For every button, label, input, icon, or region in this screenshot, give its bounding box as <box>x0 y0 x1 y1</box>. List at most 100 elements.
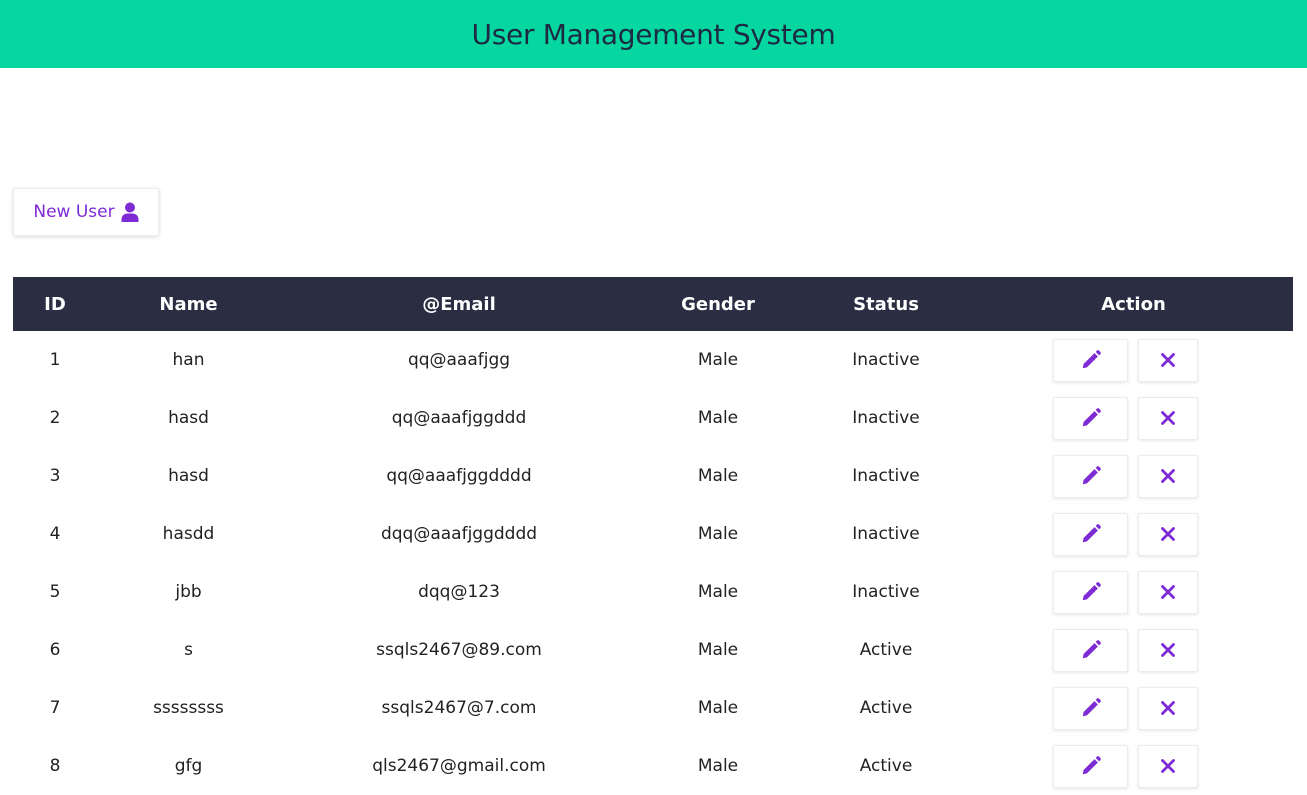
delete-user-button[interactable] <box>1138 628 1198 672</box>
pencil-icon <box>1080 755 1102 777</box>
edit-user-button[interactable] <box>1053 338 1128 382</box>
column-header-name: Name <box>159 293 218 315</box>
delete-user-button[interactable] <box>1138 512 1198 556</box>
cell-actions <box>974 679 1293 737</box>
edit-user-button[interactable] <box>1053 454 1128 498</box>
cell-id: 5 <box>49 582 61 602</box>
cell-name: hasd <box>168 466 209 486</box>
cell-status: Active <box>859 756 913 776</box>
cell-email: ssqls2467@89.com <box>376 640 542 660</box>
row-actions <box>974 396 1293 440</box>
pencil-icon <box>1080 581 1102 603</box>
cell-status: Inactive <box>852 524 920 544</box>
new-user-button[interactable]: New User <box>13 188 159 236</box>
cell-actions <box>974 737 1293 795</box>
delete-user-button[interactable] <box>1138 454 1198 498</box>
delete-user-button[interactable] <box>1138 396 1198 440</box>
cell-id: 3 <box>49 466 61 486</box>
cell-actions <box>974 447 1293 505</box>
table-header: ID Name @Email Gender Status Action <box>13 277 1293 331</box>
delete-user-button[interactable] <box>1138 744 1198 788</box>
cell-gender: Male <box>697 698 739 718</box>
cell-status: Inactive <box>852 466 920 486</box>
cell-gender: Male <box>697 524 739 544</box>
close-icon <box>1160 584 1176 600</box>
close-icon <box>1160 352 1176 368</box>
close-icon <box>1160 700 1176 716</box>
pencil-icon <box>1080 639 1102 661</box>
cell-gender: Male <box>697 350 739 370</box>
page-title: User Management System <box>471 17 836 51</box>
user-icon <box>121 202 139 222</box>
cell-email: qls2467@gmail.com <box>372 756 546 776</box>
cell-id: 6 <box>49 640 61 660</box>
app-header: User Management System <box>0 0 1307 68</box>
delete-user-button[interactable] <box>1138 686 1198 730</box>
close-icon <box>1160 468 1176 484</box>
cell-actions <box>974 389 1293 447</box>
cell-gender: Male <box>697 408 739 428</box>
cell-gender: Male <box>697 582 739 602</box>
cell-gender: Male <box>697 466 739 486</box>
edit-user-button[interactable] <box>1053 396 1128 440</box>
cell-gender: Male <box>697 640 739 660</box>
table-row: 1 han qq@aaafjgg Male Inactive <box>13 331 1293 389</box>
row-actions <box>974 338 1293 382</box>
table-row: 5 jbb dqq@123 Male Inactive <box>13 563 1293 621</box>
cell-name: hasd <box>168 408 209 428</box>
row-actions <box>974 686 1293 730</box>
edit-user-button[interactable] <box>1053 628 1128 672</box>
delete-user-button[interactable] <box>1138 338 1198 382</box>
row-actions <box>974 744 1293 788</box>
table-row: 4 hasdd dqq@aaafjggdddd Male Inactive <box>13 505 1293 563</box>
cell-actions <box>974 621 1293 679</box>
cell-actions <box>974 505 1293 563</box>
cell-id: 8 <box>49 756 61 776</box>
close-icon <box>1160 758 1176 774</box>
column-header-gender: Gender <box>681 293 755 315</box>
table-body: 1 han qq@aaafjgg Male Inactive 2 hasd qq@aaafjg… <box>13 331 1293 795</box>
pencil-icon <box>1080 523 1102 545</box>
edit-user-button[interactable] <box>1053 686 1128 730</box>
cell-actions <box>974 331 1293 389</box>
edit-user-button[interactable] <box>1053 512 1128 556</box>
table-row: 8 gfg qls2467@gmail.com Male Active <box>13 737 1293 795</box>
users-table: ID Name @Email Gender Status Action 1 han… <box>13 277 1293 795</box>
row-actions <box>974 454 1293 498</box>
row-actions <box>974 570 1293 614</box>
cell-id: 1 <box>49 350 61 370</box>
cell-actions <box>974 563 1293 621</box>
new-user-label: New User <box>33 202 115 222</box>
cell-status: Active <box>859 640 913 660</box>
pencil-icon <box>1080 349 1102 371</box>
close-icon <box>1160 526 1176 542</box>
pencil-icon <box>1080 407 1102 429</box>
cell-id: 7 <box>49 698 61 718</box>
column-header-email: @Email <box>422 293 496 315</box>
edit-user-button[interactable] <box>1053 744 1128 788</box>
table-row: 7 ssssssss ssqls2467@7.com Male Active <box>13 679 1293 737</box>
cell-email: dqq@123 <box>418 582 500 602</box>
close-icon <box>1160 410 1176 426</box>
table-row: 6 s ssqls2467@89.com Male Active <box>13 621 1293 679</box>
pencil-icon <box>1080 697 1102 719</box>
cell-status: Inactive <box>852 350 920 370</box>
cell-email: qq@aaafjggddd <box>391 408 527 428</box>
delete-user-button[interactable] <box>1138 570 1198 614</box>
row-actions <box>974 512 1293 556</box>
edit-user-button[interactable] <box>1053 570 1128 614</box>
column-header-status: Status <box>853 293 919 315</box>
cell-name: gfg <box>174 756 203 776</box>
column-header-action: Action <box>1101 293 1166 315</box>
cell-status: Active <box>859 698 913 718</box>
column-header-id: ID <box>44 293 66 315</box>
cell-status: Inactive <box>852 408 920 428</box>
table-row: 3 hasd qq@aaafjggdddd Male Inactive <box>13 447 1293 505</box>
cell-id: 4 <box>49 524 61 544</box>
table-header-row: ID Name @Email Gender Status Action <box>13 277 1293 331</box>
cell-name: ssssssss <box>153 698 224 718</box>
cell-email: qq@aaafjggdddd <box>386 466 532 486</box>
row-actions <box>974 628 1293 672</box>
table-row: 2 hasd qq@aaafjggddd Male Inactive <box>13 389 1293 447</box>
cell-email: ssqls2467@7.com <box>381 698 537 718</box>
